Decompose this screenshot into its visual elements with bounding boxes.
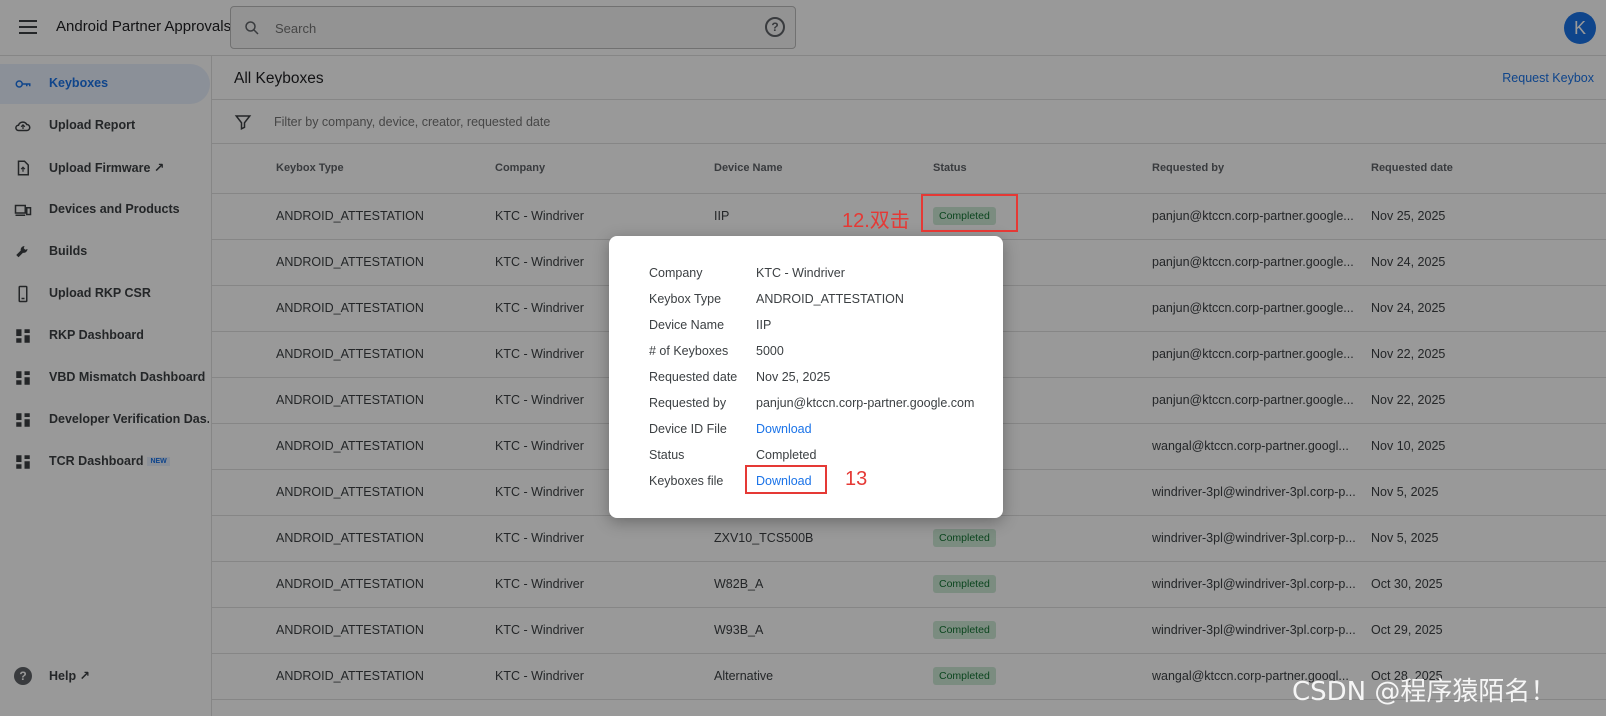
detail-value: KTC - Windriver xyxy=(756,266,845,280)
detail-value: 5000 xyxy=(756,344,784,358)
detail-value: panjun@ktccn.corp-partner.google.com xyxy=(756,396,975,410)
detail-row: Keybox Type ANDROID_ATTESTATION xyxy=(649,292,989,312)
annotation-step-13: 13 xyxy=(845,468,868,490)
detail-row: Device ID File Download xyxy=(649,422,989,442)
detail-row: Company KTC - Windriver xyxy=(649,266,989,286)
annotation-box-status xyxy=(921,194,1018,232)
detail-row: Requested date Nov 25, 2025 xyxy=(649,370,989,390)
download-link[interactable]: Download xyxy=(756,422,812,436)
watermark: CSDN @程序猿陌名！ xyxy=(1292,677,1557,707)
detail-row: # of Keyboxes 5000 xyxy=(649,344,989,364)
detail-label: Company xyxy=(649,266,703,280)
detail-label: Device Name xyxy=(649,318,725,332)
detail-value: Nov 25, 2025 xyxy=(756,370,831,384)
detail-label: Keyboxes file xyxy=(649,474,724,488)
detail-label: Requested date xyxy=(649,370,738,384)
detail-label: Status xyxy=(649,448,685,462)
detail-row: Device Name IIP xyxy=(649,318,989,338)
annotation-box-download xyxy=(745,465,827,494)
detail-label: Device ID File xyxy=(649,422,727,436)
detail-label: Requested by xyxy=(649,396,727,410)
detail-value: ANDROID_ATTESTATION xyxy=(756,292,904,306)
detail-row: Requested by panjun@ktccn.corp-partner.go… xyxy=(649,396,989,416)
detail-label: Keybox Type xyxy=(649,292,722,306)
annotation-step-12: 12.双击 xyxy=(842,210,910,232)
detail-value: Completed xyxy=(756,448,817,462)
detail-label: # of Keyboxes xyxy=(649,344,729,358)
detail-value: IIP xyxy=(756,318,772,332)
